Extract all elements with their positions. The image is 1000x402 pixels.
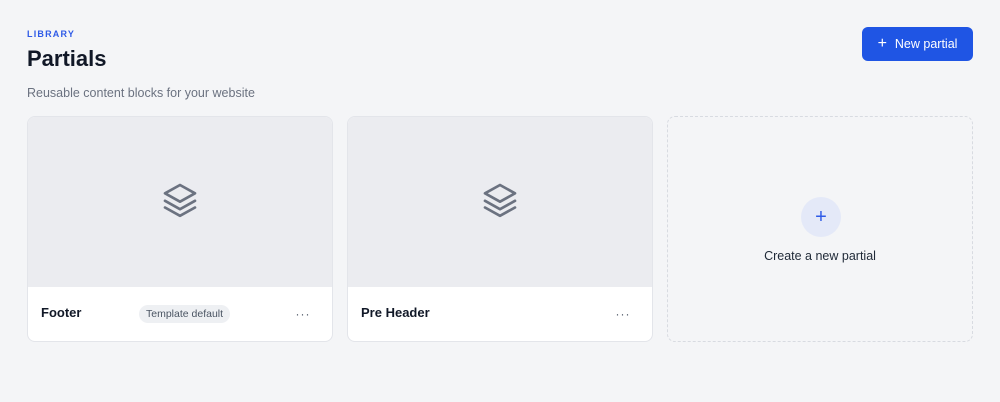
plus-icon: + — [801, 197, 841, 237]
partial-name: Pre Header — [361, 305, 430, 320]
partial-card-pre-header[interactable]: Pre Header ··· — [347, 116, 653, 342]
plus-icon: + — [877, 34, 887, 52]
create-partial-label: Create a new partial — [764, 249, 876, 263]
partial-card-footer[interactable]: Footer Template default ··· — [27, 116, 333, 342]
more-options-icon[interactable]: ··· — [292, 304, 314, 324]
template-default-badge: Template default — [139, 305, 231, 323]
create-partial-card[interactable]: + Create a new partial — [667, 116, 973, 342]
page-header: LIBRARY Partials Reusable content blocks… — [27, 28, 255, 101]
partial-card-footer-bar: Footer Template default ··· — [28, 287, 332, 341]
partial-name: Footer — [41, 305, 82, 320]
layers-icon — [160, 180, 200, 225]
partial-preview — [28, 117, 332, 287]
partials-page: LIBRARY Partials Reusable content blocks… — [0, 0, 1000, 402]
page-title: Partials — [27, 46, 107, 71]
partial-preview — [348, 117, 652, 287]
new-partial-button-label: New partial — [894, 37, 958, 51]
page-subtitle: Reusable content blocks for your website — [27, 86, 255, 100]
partial-card-footer-bar: Pre Header ··· — [348, 287, 652, 341]
new-partial-button[interactable]: + New partial — [862, 27, 973, 61]
layers-icon — [480, 180, 520, 225]
more-options-icon[interactable]: ··· — [612, 304, 634, 324]
section-eyebrow: LIBRARY — [27, 29, 76, 39]
